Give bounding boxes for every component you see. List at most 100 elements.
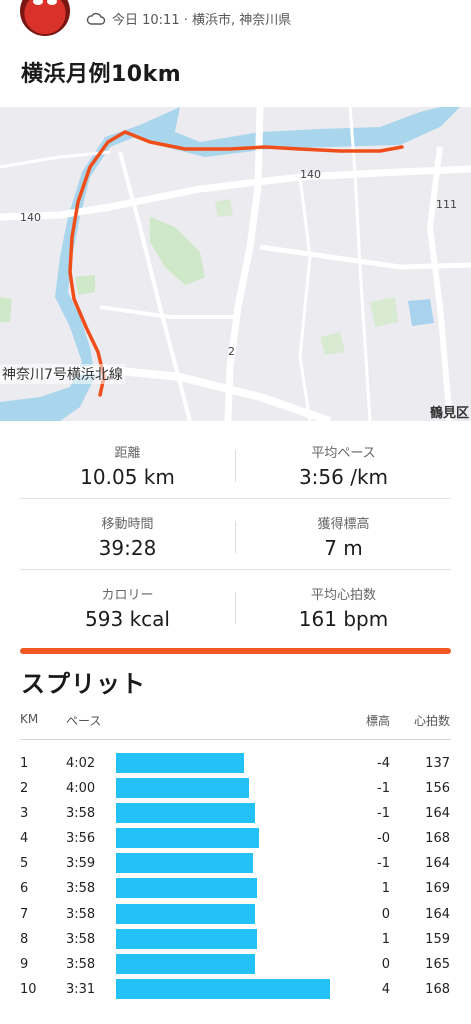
split-row: 8 3:58 1 159	[0, 927, 471, 952]
split-row: 6 3:58 1 169	[0, 876, 471, 901]
stat-label: 移動時間	[101, 517, 154, 532]
split-row: 2 4:00 -1 156	[0, 776, 471, 801]
stat-value: 7 m	[324, 536, 363, 560]
split-heart-rate: 164	[425, 806, 450, 822]
split-pace-bar	[116, 803, 255, 824]
split-km: 4	[20, 831, 29, 847]
split-pace-bar	[116, 928, 257, 949]
avatar-eye	[47, 0, 57, 5]
stat-moving-time: 移動時間 39:28	[20, 499, 235, 560]
split-heart-rate: 159	[425, 931, 450, 947]
road-label: 140	[20, 211, 41, 224]
split-pace: 3:58	[66, 956, 96, 972]
route-map[interactable]: 140 140 111 2 神奈川7号横浜北線 鶴見区	[0, 107, 471, 421]
split-pace-bar	[116, 778, 249, 799]
split-row: 10 3:31 4 168	[0, 977, 471, 1002]
split-pace-bar	[116, 903, 255, 924]
stat-row: 移動時間 39:28 獲得標高 7 m	[20, 499, 451, 570]
stat-avg-heart-rate: 平均心拍数 161 bpm	[236, 570, 451, 631]
avatar[interactable]	[20, 0, 70, 36]
split-pace: 3:58	[66, 931, 96, 947]
split-km: 8	[20, 931, 29, 947]
split-km: 6	[20, 881, 29, 897]
stat-value: 161 bpm	[298, 607, 389, 631]
cloud-icon	[86, 12, 106, 25]
splits-header-elevation: 標高	[365, 714, 390, 728]
splits-table: 1 4:02 -4 137 2 4:00 -1 156 3 3:58 -1 164 4 3:56 -0 168…	[0, 751, 471, 1002]
stat-value: 3:56 /km	[298, 465, 389, 489]
road-label: 2	[228, 345, 235, 358]
activity-meta: 今日 10:11 · 横浜市, 神奈川県	[86, 9, 291, 28]
split-heart-rate: 137	[425, 756, 450, 771]
split-elevation: 1	[381, 931, 390, 947]
accent-divider	[20, 648, 451, 654]
split-heart-rate: 164	[425, 856, 450, 872]
split-pace-bar	[116, 853, 253, 874]
split-pace-bar	[116, 953, 255, 974]
split-pace: 3:58	[66, 881, 96, 897]
activity-title: 横浜月例10km	[21, 62, 182, 87]
stat-value: 10.05 km	[80, 465, 175, 489]
split-pace: 3:58	[66, 806, 96, 822]
activity-meta-text: 今日 10:11 · 横浜市, 神奈川県	[112, 13, 292, 28]
split-heart-rate: 168	[425, 981, 450, 997]
split-row: 9 3:58 0 165	[0, 952, 471, 977]
ward-label: 鶴見区	[429, 406, 469, 421]
road-label: 140	[300, 168, 321, 181]
split-km: 7	[20, 906, 29, 922]
split-row: 4 3:56 -0 168	[0, 826, 471, 851]
splits-title: スプリット	[21, 670, 146, 698]
splits-header-pace: ペース	[66, 714, 102, 728]
stat-label: 平均心拍数	[310, 588, 376, 603]
split-pace: 3:56	[66, 831, 96, 847]
split-pace: 4:00	[66, 781, 96, 797]
stats-panel: 距離 10.05 km 平均ペース 3:56 /km 移動時間 39:28 獲得…	[20, 428, 451, 641]
split-row: 1 4:02 -4 137	[0, 751, 471, 776]
split-pace-bar	[116, 828, 259, 849]
split-km: 2	[20, 781, 29, 797]
stat-elevation-gain: 獲得標高 7 m	[236, 499, 451, 560]
avatar-eye	[33, 0, 43, 5]
split-km: 5	[20, 856, 29, 872]
road-label: 111	[436, 198, 457, 211]
splits-header-km: KM	[20, 712, 39, 726]
split-elevation: -4	[377, 756, 390, 771]
split-row: 7 3:58 0 164	[0, 902, 471, 927]
split-pace: 3:31	[66, 981, 96, 997]
split-pace: 3:58	[66, 906, 96, 922]
split-elevation: 0	[381, 906, 390, 922]
stat-row: 距離 10.05 km 平均ペース 3:56 /km	[20, 428, 451, 499]
split-km: 10	[20, 981, 37, 997]
stat-value: 593 kcal	[85, 607, 170, 631]
split-heart-rate: 168	[425, 831, 450, 847]
split-km: 3	[20, 806, 29, 822]
stat-label: カロリー	[101, 588, 154, 603]
split-row: 3 3:58 -1 164	[0, 801, 471, 826]
split-row: 5 3:59 -1 164	[0, 851, 471, 876]
stat-calories: カロリー 593 kcal	[20, 570, 235, 631]
stat-distance: 距離 10.05 km	[20, 428, 235, 489]
highway-label: 神奈川7号横浜北線	[0, 364, 125, 384]
split-pace: 4:02	[66, 756, 96, 771]
stat-label: 獲得標高	[317, 517, 370, 532]
split-elevation: -0	[377, 831, 390, 847]
stat-label: 距離	[114, 446, 141, 461]
stat-row: カロリー 593 kcal 平均心拍数 161 bpm	[20, 570, 451, 641]
split-pace: 3:59	[66, 856, 96, 872]
split-heart-rate: 169	[425, 881, 450, 897]
split-km: 9	[20, 956, 29, 972]
stat-label: 平均ペース	[311, 446, 376, 461]
split-heart-rate: 156	[425, 781, 450, 797]
splits-header: KM ペース 標高 心拍数	[0, 712, 471, 732]
split-elevation: -1	[377, 856, 390, 872]
split-pace-bar	[116, 753, 244, 773]
split-elevation: 4	[381, 981, 390, 997]
split-heart-rate: 164	[425, 906, 450, 922]
split-elevation: 0	[381, 956, 390, 972]
split-elevation: -1	[377, 781, 390, 797]
split-elevation: -1	[377, 806, 390, 822]
stat-avg-pace: 平均ペース 3:56 /km	[236, 428, 451, 489]
split-heart-rate: 165	[425, 956, 450, 972]
split-km: 1	[20, 756, 29, 771]
activity-header: 今日 10:11 · 横浜市, 神奈川県	[0, 0, 471, 40]
